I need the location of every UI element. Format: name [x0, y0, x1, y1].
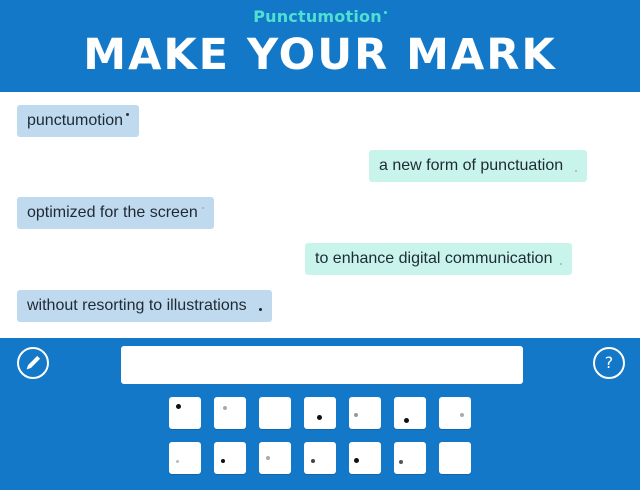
punctuation-key[interactable] — [169, 442, 201, 474]
punctuation-mark — [126, 113, 130, 117]
composer-panel: ? — [0, 338, 640, 490]
punctuation-key[interactable] — [349, 397, 381, 429]
mark-glyph — [311, 459, 315, 463]
punctuation-mark — [560, 262, 563, 265]
punctuation-key[interactable] — [439, 442, 471, 474]
punctuation-key[interactable] — [394, 442, 426, 474]
mark-glyph — [317, 415, 322, 420]
punctuation-key[interactable] — [349, 442, 381, 474]
help-button[interactable]: ? — [593, 347, 625, 379]
message-text: punctumotion — [27, 112, 124, 129]
pencil-button[interactable] — [17, 347, 49, 379]
punctuation-key[interactable] — [214, 397, 246, 429]
mark-glyph — [460, 413, 464, 417]
mark-glyph — [399, 460, 403, 464]
punctuation-key[interactable] — [259, 397, 291, 429]
mark-glyph — [176, 404, 181, 409]
message-bubble: a new form of punctuation — [369, 150, 588, 182]
mark-glyph — [354, 413, 358, 417]
punctuation-key[interactable] — [214, 442, 246, 474]
mark-glyph — [354, 458, 359, 463]
message-bubble: punctumotion — [17, 105, 140, 137]
message-text: to enhance digital communication — [315, 250, 553, 267]
message-text: optimized for the screen — [27, 204, 198, 221]
punctuation-key[interactable] — [439, 397, 471, 429]
message-thread: punctumotion a new form of punctuation o… — [0, 92, 640, 338]
punctuation-key[interactable] — [304, 397, 336, 429]
punctuation-mark — [575, 169, 578, 172]
brand-name: Punctumotion — [253, 7, 382, 26]
punctuation-key[interactable] — [169, 397, 201, 429]
punctuation-key[interactable] — [259, 442, 291, 474]
punctuation-mark — [258, 308, 262, 312]
help-icon: ? — [604, 353, 614, 372]
mark-glyph — [221, 459, 225, 463]
mark-glyph — [266, 456, 270, 460]
mark-glyph — [176, 460, 179, 463]
punctuation-mark — [201, 206, 204, 209]
mark-glyph — [404, 418, 409, 423]
brand-dot-mark — [383, 11, 387, 14]
message-input[interactable] — [121, 346, 523, 384]
punctuation-key[interactable] — [394, 397, 426, 429]
message-text: a new form of punctuation — [379, 157, 564, 174]
brand-logo: Punctumotion — [0, 7, 640, 26]
app-header: Punctumotion MAKE YOUR MARK — [0, 0, 640, 92]
message-bubble: to enhance digital communication — [305, 243, 573, 275]
pencil-icon — [26, 355, 41, 370]
message-bubble: optimized for the screen — [17, 197, 214, 229]
message-bubble: without resorting to illustrations — [17, 290, 272, 322]
mark-glyph — [223, 406, 227, 410]
punctuation-key[interactable] — [304, 442, 336, 474]
page-headline: MAKE YOUR MARK — [83, 30, 557, 80]
message-text: without resorting to illustrations — [27, 297, 247, 314]
